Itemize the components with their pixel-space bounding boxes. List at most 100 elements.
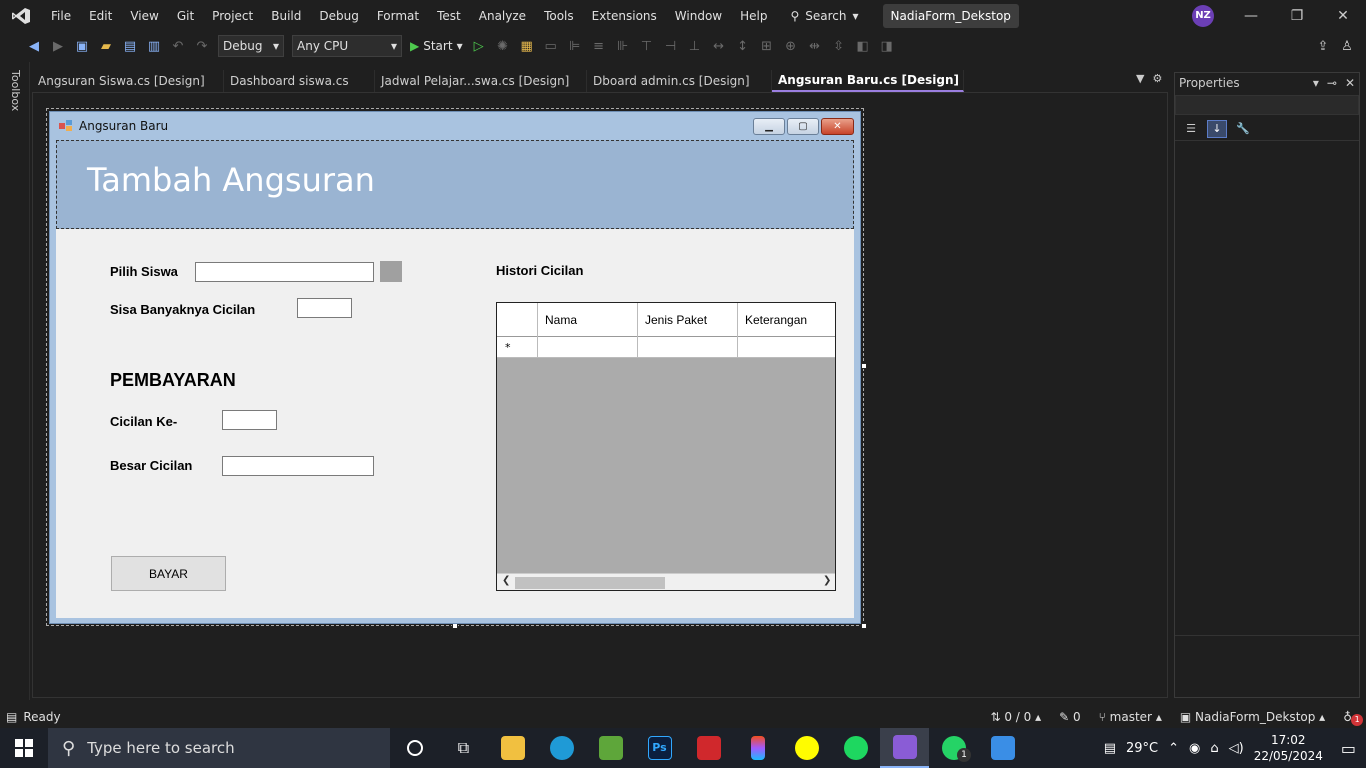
photos-icon[interactable]: [978, 728, 1027, 768]
menu-debug[interactable]: Debug: [310, 0, 367, 32]
red-app-icon[interactable]: [684, 728, 733, 768]
cicilan-ke-input[interactable]: [222, 410, 277, 430]
close-icon[interactable]: ✕: [1320, 0, 1366, 32]
vertical-spacing-icon[interactable]: ⇳: [828, 35, 850, 57]
hot-reload-icon[interactable]: ✺: [492, 35, 514, 57]
sketchup-icon[interactable]: [586, 728, 635, 768]
pilih-siswa-button[interactable]: [380, 261, 402, 282]
menu-file[interactable]: File: [42, 0, 80, 32]
tab-dboard-admin[interactable]: Dboard admin.cs [Design]: [587, 70, 772, 92]
tab-angsuran-baru[interactable]: Angsuran Baru.cs [Design] ⊸ ✕: [772, 70, 964, 92]
restore-icon[interactable]: ❐: [1274, 0, 1320, 32]
align-bottoms-icon[interactable]: ⊥: [684, 35, 706, 57]
whatsapp-icon[interactable]: 1: [929, 728, 978, 768]
property-pages-icon[interactable]: 🔧: [1233, 120, 1253, 138]
header-panel[interactable]: Tambah Angsuran: [56, 140, 854, 229]
form-maximize-icon[interactable]: ▢: [787, 118, 819, 135]
snapchat-icon[interactable]: [782, 728, 831, 768]
scroll-right-icon[interactable]: ❯: [823, 575, 831, 586]
undo-icon[interactable]: ↶: [167, 35, 189, 57]
output-icon[interactable]: ▤: [0, 710, 23, 724]
tab-overflow-icon[interactable]: ▼: [1136, 72, 1144, 85]
horizontal-scrollbar[interactable]: ❮ ❯: [497, 573, 835, 590]
tab-dashboard-siswa[interactable]: Dashboard siswa.cs: [224, 70, 375, 92]
task-view-icon[interactable]: ⧉: [439, 728, 488, 768]
figma-icon[interactable]: [733, 728, 782, 768]
menu-window[interactable]: Window: [666, 0, 731, 32]
cortana-icon[interactable]: [390, 728, 439, 768]
size-to-grid-icon[interactable]: ⊞: [756, 35, 778, 57]
horizontal-spacing-icon[interactable]: ⇹: [804, 35, 826, 57]
start-button[interactable]: ▶ Start ▾: [410, 39, 463, 53]
menu-analyze[interactable]: Analyze: [470, 0, 535, 32]
redo-icon[interactable]: ↷: [191, 35, 213, 57]
menu-tools[interactable]: Tools: [535, 0, 583, 32]
photoshop-icon[interactable]: Ps: [635, 728, 684, 768]
branch-indicator[interactable]: ⑂ master ▴: [1099, 710, 1162, 724]
object-selector[interactable]: [1175, 95, 1359, 115]
meet-icon[interactable]: ◉: [1189, 741, 1200, 756]
alphabetical-icon[interactable]: ↓: [1207, 119, 1227, 138]
edits-indicator[interactable]: ✎ 0: [1059, 710, 1081, 724]
bayar-button[interactable]: BAYAR: [111, 556, 226, 591]
column-header-keterangan[interactable]: Keterangan: [738, 303, 835, 337]
tab-angsuran-siswa[interactable]: Angsuran Siswa.cs [Design]: [32, 70, 224, 92]
navigate-back-icon[interactable]: ◀: [23, 35, 45, 57]
pilih-siswa-input[interactable]: [195, 262, 374, 282]
pin-icon[interactable]: ⊸: [1327, 73, 1337, 93]
layout-icon[interactable]: ▭: [540, 35, 562, 57]
visual-studio-logo-icon[interactable]: [0, 0, 42, 32]
menu-git[interactable]: Git: [168, 0, 203, 32]
menu-help[interactable]: Help: [731, 0, 776, 32]
feedback-icon[interactable]: ♙: [1336, 35, 1358, 57]
chevron-up-icon[interactable]: ⌃: [1168, 741, 1179, 756]
windows-start-icon[interactable]: [0, 728, 48, 768]
taskbar-search-input[interactable]: ⚲ Type here to search: [48, 728, 390, 768]
gear-icon[interactable]: ⚙: [1152, 72, 1162, 85]
visual-studio-taskbar-icon[interactable]: [880, 728, 929, 768]
resize-handle-right[interactable]: [861, 363, 867, 369]
chevron-down-icon[interactable]: ▾: [1313, 73, 1319, 93]
navigate-forward-icon[interactable]: ▶: [47, 35, 69, 57]
clock[interactable]: 17:02 22/05/2024: [1254, 732, 1323, 764]
make-same-height-icon[interactable]: ↕: [732, 35, 754, 57]
bring-to-front-icon[interactable]: ◧: [852, 35, 874, 57]
news-icon[interactable]: ▤: [1104, 741, 1116, 756]
spotify-icon[interactable]: [831, 728, 880, 768]
column-header-nama[interactable]: Nama: [538, 303, 638, 337]
changes-indicator[interactable]: ⇅ 0 / 0 ▴: [990, 710, 1041, 724]
menu-extensions[interactable]: Extensions: [583, 0, 666, 32]
menu-project[interactable]: Project: [203, 0, 262, 32]
file-explorer-icon[interactable]: [488, 728, 537, 768]
menu-format[interactable]: Format: [368, 0, 428, 32]
form-close-icon[interactable]: ✕: [821, 118, 854, 135]
avatar[interactable]: NZ: [1192, 5, 1214, 27]
menu-test[interactable]: Test: [428, 0, 470, 32]
minimize-icon[interactable]: —: [1228, 0, 1274, 32]
scroll-thumb[interactable]: [515, 577, 665, 589]
align-rights-icon[interactable]: ⊪: [612, 35, 634, 57]
action-center-icon[interactable]: ▭: [1341, 739, 1356, 758]
align-tops-icon[interactable]: ⊤: [636, 35, 658, 57]
align-centers-icon[interactable]: ≡: [588, 35, 610, 57]
menu-build[interactable]: Build: [262, 0, 310, 32]
align-middles-icon[interactable]: ⊣: [660, 35, 682, 57]
resize-handle-corner[interactable]: [861, 623, 867, 629]
histori-cicilan-grid[interactable]: Nama Jenis Paket Keterangan * ❮ ❯: [496, 302, 836, 591]
platform-select[interactable]: Any CPU ▾: [292, 35, 402, 57]
solution-name-badge[interactable]: NadiaForm_Dekstop: [882, 4, 1019, 28]
besar-cicilan-input[interactable]: [222, 456, 374, 476]
table-row[interactable]: *: [497, 337, 835, 358]
new-project-icon[interactable]: ▣: [71, 35, 93, 57]
form-minimize-icon[interactable]: ▁: [753, 118, 785, 135]
cell-jenis-paket[interactable]: [638, 337, 738, 358]
solution-explorer-icon[interactable]: ▦: [516, 35, 538, 57]
weather-text[interactable]: 29°C: [1126, 741, 1158, 756]
scroll-left-icon[interactable]: ❮: [502, 575, 510, 586]
notifications-button[interactable]: ♁ 1: [1343, 710, 1364, 726]
align-lefts-icon[interactable]: ⊫: [564, 35, 586, 57]
categorized-icon[interactable]: ☰: [1181, 120, 1201, 138]
cell-nama[interactable]: [538, 337, 638, 358]
repo-indicator[interactable]: ▣ NadiaForm_Dekstop ▴: [1180, 710, 1325, 724]
sisa-cicilan-input[interactable]: [297, 298, 352, 318]
